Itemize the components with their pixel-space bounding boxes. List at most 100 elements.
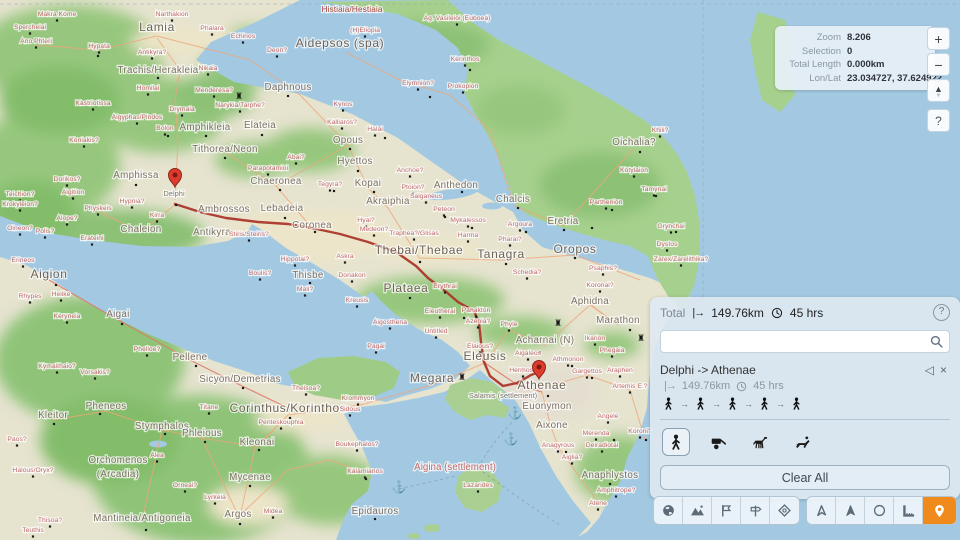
mode-cart-button[interactable]	[704, 428, 732, 456]
map-label: Kleonai	[240, 437, 275, 448]
settlement-dot	[294, 264, 296, 266]
settlement-dot	[595, 438, 597, 440]
map-label: Nikaia	[199, 65, 218, 72]
map-label: Lamia	[139, 20, 175, 34]
zoom-out-button[interactable]: −	[927, 53, 950, 76]
map-label: Lazarides	[463, 482, 493, 489]
route-legs: →→→→	[660, 397, 950, 410]
settlement-dot	[44, 236, 46, 238]
settlement-dot	[373, 191, 375, 193]
map-label: Mycenae	[229, 472, 271, 483]
settlement-dot	[242, 387, 244, 389]
compass-button[interactable]: ▲▼	[927, 79, 950, 102]
route-back-button[interactable]: ◁	[922, 363, 937, 377]
settlement-dot	[175, 204, 177, 206]
total-duration: 45 hrs	[790, 306, 823, 320]
route-close-button[interactable]: ×	[937, 363, 950, 377]
settlement-dot	[597, 508, 599, 510]
settlement-dot	[55, 284, 57, 286]
settlement-dot	[224, 157, 226, 159]
settlement-dot	[164, 133, 166, 135]
map-label: Penteskouphia	[259, 419, 304, 426]
settlement-dot	[655, 195, 657, 197]
walk-icon	[662, 397, 675, 410]
map-label: Delphi	[163, 189, 185, 198]
map-label: Kerinthos	[451, 56, 480, 63]
help-button[interactable]: ?	[927, 109, 950, 132]
settlement-dot	[49, 525, 51, 527]
settlement-dot	[607, 421, 609, 423]
toolbar-waypoint-button[interactable]	[770, 497, 799, 524]
toolbar-signpost-button[interactable]	[741, 497, 770, 524]
toolbar-terrain-button[interactable]	[683, 497, 712, 524]
settlement-dot	[195, 365, 197, 367]
route-duration: 45 hrs	[753, 380, 784, 392]
map-label: Angele	[597, 413, 618, 420]
map-label: Kymaithaio?	[38, 363, 76, 370]
zoom-in-button[interactable]: +	[927, 27, 950, 50]
map-label: Tithorea/Neon	[192, 144, 258, 155]
settlement-dot	[435, 336, 437, 338]
map-label: Chaleion	[120, 224, 161, 235]
clear-all-button[interactable]: Clear All	[660, 465, 950, 490]
tools-toolbar	[806, 496, 957, 525]
settlement-dot	[135, 184, 137, 186]
settlement-dot	[373, 234, 375, 236]
map-label: Koronai?	[586, 282, 613, 289]
panel-help-icon[interactable]: ?	[933, 304, 950, 321]
settlement-dot	[349, 414, 351, 416]
settlement-dot	[680, 264, 682, 266]
map-label: Hyai?	[357, 217, 375, 224]
settlement-dot	[629, 391, 631, 393]
settlement-dot	[32, 535, 34, 537]
toolbar-ruler-button[interactable]	[894, 497, 923, 524]
map-label: Phelloe?	[134, 346, 161, 353]
map-label: Pagai	[367, 343, 385, 350]
map-label: Makra Kome	[38, 11, 77, 18]
settlement-dot	[351, 280, 353, 282]
settlement-dot	[425, 201, 427, 203]
map-label: Elateia	[244, 120, 276, 131]
travel-mode-selector	[660, 428, 950, 456]
toolbar-locate-button[interactable]	[836, 497, 865, 524]
mode-horse-button[interactable]	[746, 428, 774, 456]
toolbar-flag-button[interactable]	[712, 497, 741, 524]
map-label: Opous	[333, 135, 363, 146]
search-icon[interactable]	[929, 334, 944, 349]
map-label: Bolon	[156, 125, 174, 132]
clock-icon	[771, 307, 783, 319]
panel-divider	[660, 419, 950, 420]
tower-icon: ♜	[637, 333, 645, 343]
map-label: Eleutherai	[425, 308, 456, 315]
map-label: Aigai	[106, 309, 129, 320]
map-label: Salamis (settlement)	[469, 391, 538, 400]
toolbar-cursor-button[interactable]	[807, 497, 836, 524]
settlement-dot	[314, 231, 316, 233]
settlement-dot	[591, 377, 593, 379]
map-label: (H)Eliopia	[350, 27, 380, 34]
map-label: Artemis E.?	[612, 383, 647, 390]
mode-rider-button[interactable]	[788, 428, 816, 456]
toolbar-globe-button[interactable]	[654, 497, 683, 524]
total-length-label: Total Length	[783, 58, 841, 72]
map-label: Acharnai (N)	[516, 335, 575, 346]
mode-walk-button[interactable]	[662, 428, 690, 456]
map-label: Phegaia	[600, 347, 625, 354]
map-label: Kleitor	[38, 410, 68, 421]
map-label: Narthakion	[156, 11, 189, 18]
map-label: Aigaleos	[515, 350, 542, 357]
settlement-dot	[525, 231, 527, 233]
map-label: Ikarion	[585, 335, 606, 342]
map-label: Halai	[367, 126, 383, 133]
map-label: Echinos	[231, 33, 256, 40]
settlement-dot	[280, 427, 282, 429]
toolbar-pin-button[interactable]	[923, 497, 956, 524]
map-label: Halous/Oryx?	[12, 467, 53, 474]
search-input[interactable]	[660, 330, 950, 353]
map-label: Anchoe?	[397, 167, 424, 174]
toolbar-circle-button[interactable]	[865, 497, 894, 524]
map-label: Pellene	[173, 352, 208, 363]
settlement-dot	[147, 93, 149, 95]
settlement-dot	[527, 358, 529, 360]
map-label: Physkeis	[84, 205, 112, 212]
